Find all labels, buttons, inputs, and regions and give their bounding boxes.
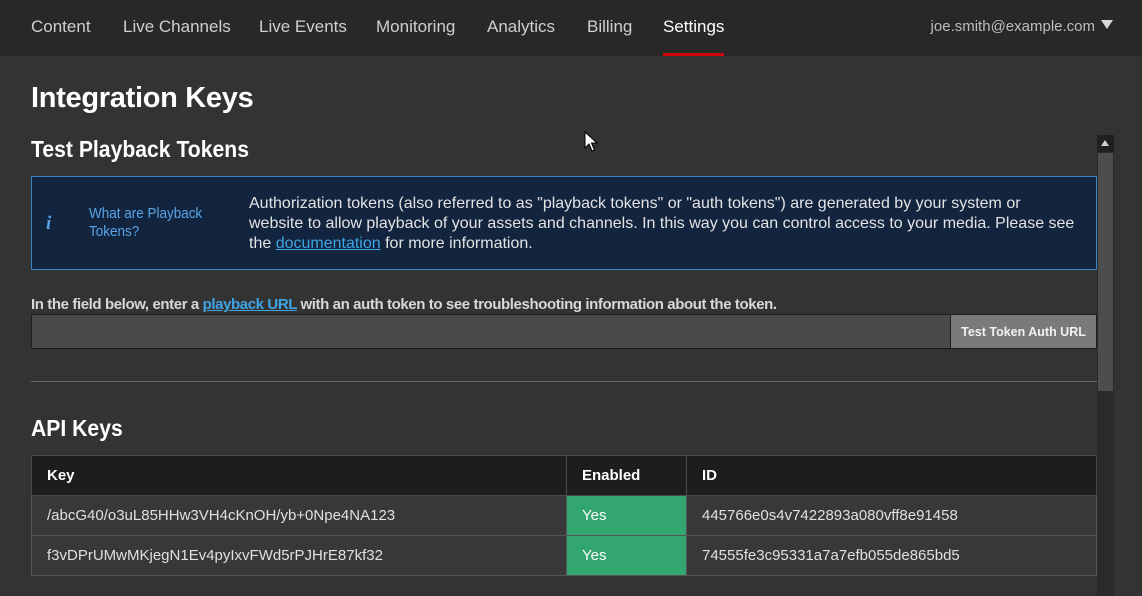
nav-item-monitoring[interactable]: Monitoring bbox=[376, 17, 455, 37]
enabled-status-cell: Yes bbox=[566, 535, 687, 576]
table-row: f3vDPrUMwMKjegN1Ev4pyIxvFWd5rPJHrE87kf32… bbox=[31, 535, 1097, 576]
api-key-cell: f3vDPrUMwMKjegN1Ev4pyIxvFWd5rPJHrE87kf32 bbox=[31, 535, 567, 576]
token-field-instruction: In the field below, enter a playback URL… bbox=[31, 296, 777, 313]
info-icon: i bbox=[46, 213, 52, 234]
nav-item-live-channels[interactable]: Live Channels bbox=[123, 17, 231, 37]
instruction-text-part: In the field below, enter a bbox=[31, 296, 203, 313]
info-text-part: for more information. bbox=[380, 235, 533, 252]
top-navigation: Content Live Channels Live Events Monito… bbox=[0, 0, 1142, 56]
api-key-cell: /abcG40/o3uL85HHw3VH4cKnOH/yb+0Npe4NA123 bbox=[31, 495, 567, 536]
table-header-row: Key Enabled ID bbox=[31, 455, 1097, 496]
table-row: /abcG40/o3uL85HHw3VH4cKnOH/yb+0Npe4NA123… bbox=[31, 495, 1097, 536]
test-token-auth-url-button[interactable]: Test Token Auth URL bbox=[950, 314, 1097, 349]
scrollbar-thumb[interactable] bbox=[1098, 153, 1113, 391]
key-id-cell: 445766e0s4v7422893a080vff8e91458 bbox=[686, 495, 1097, 536]
nav-item-billing[interactable]: Billing bbox=[587, 17, 632, 37]
section-divider bbox=[31, 381, 1097, 382]
nav-item-analytics[interactable]: Analytics bbox=[487, 17, 555, 37]
playback-tokens-info-box: i What are Playback Tokens? Authorizatio… bbox=[31, 176, 1097, 270]
vertical-scrollbar[interactable] bbox=[1097, 135, 1114, 596]
column-header-id: ID bbox=[686, 455, 1097, 496]
nav-item-settings[interactable]: Settings bbox=[663, 17, 724, 37]
page-title: Integration Keys bbox=[31, 82, 254, 114]
nav-item-content[interactable]: Content bbox=[31, 17, 91, 37]
key-id-cell: 74555fe3c95331a7a7efb055de865bd5 bbox=[686, 535, 1097, 576]
api-keys-section-title: API Keys bbox=[31, 415, 123, 441]
column-header-key: Key bbox=[31, 455, 567, 496]
user-menu[interactable]: joe.smith@example.com bbox=[931, 18, 1113, 35]
instruction-text-part: with an auth token to see troubleshootin… bbox=[296, 296, 778, 313]
mouse-cursor-icon bbox=[584, 131, 598, 152]
playback-tokens-section-title: Test Playback Tokens bbox=[31, 136, 249, 162]
caret-down-icon bbox=[1101, 20, 1113, 29]
playback-url-input[interactable] bbox=[31, 314, 951, 349]
what-are-playback-tokens-label: What are Playback Tokens? bbox=[89, 206, 203, 240]
user-email: joe.smith@example.com bbox=[930, 18, 1095, 35]
enabled-status-cell: Yes bbox=[566, 495, 687, 536]
info-description: Authorization tokens (also referred to a… bbox=[249, 194, 1079, 254]
documentation-link[interactable]: documentation bbox=[276, 235, 381, 252]
api-keys-table: Key Enabled ID /abcG40/o3uL85HHw3VH4cKnO… bbox=[31, 455, 1097, 576]
nav-item-live-events[interactable]: Live Events bbox=[259, 17, 347, 37]
playback-url-link[interactable]: playback URL bbox=[203, 296, 298, 313]
active-tab-indicator bbox=[663, 53, 724, 56]
scroll-up-arrow-icon[interactable] bbox=[1097, 135, 1114, 152]
column-header-enabled: Enabled bbox=[566, 455, 687, 496]
